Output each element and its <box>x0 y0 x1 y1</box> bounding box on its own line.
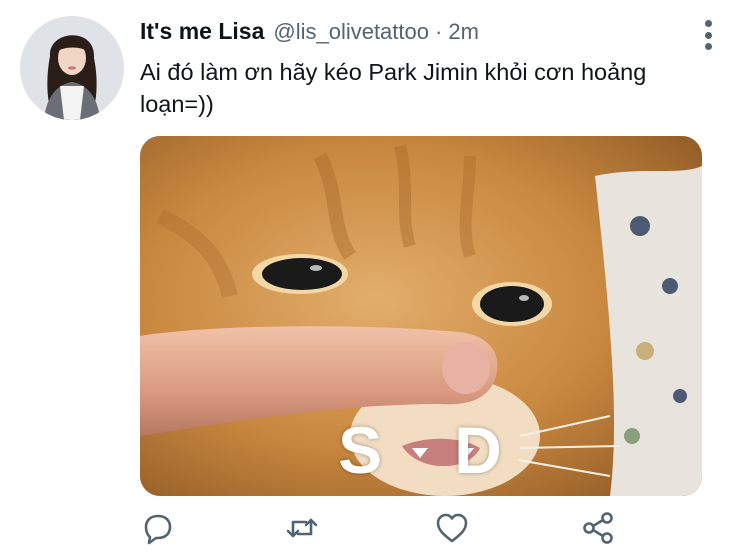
tweet[interactable]: It's me Lisa @lis_olivetattoo · 2m Ai đó… <box>0 0 750 558</box>
caption-letter-d: D <box>454 413 504 487</box>
caption-letter-s: S <box>338 413 385 487</box>
user-handle[interactable]: @lis_olivetattoo <box>273 19 429 45</box>
tweet-timestamp[interactable]: 2m <box>448 19 479 45</box>
retweet-icon[interactable] <box>284 510 320 546</box>
reply-icon[interactable] <box>140 510 176 546</box>
display-name[interactable]: It's me Lisa <box>140 18 264 45</box>
separator-dot: · <box>435 19 443 44</box>
media-caption: S D <box>140 412 702 492</box>
avatar[interactable] <box>20 16 124 120</box>
avatar-image <box>20 16 124 120</box>
share-icon[interactable] <box>580 510 616 546</box>
tweet-text: Ai đó làm ơn hãy kéo Park Jimin khỏi cơn… <box>140 59 647 117</box>
more-vertical-icon[interactable] <box>700 20 716 50</box>
like-icon[interactable] <box>434 510 470 546</box>
tweet-actions <box>140 510 640 546</box>
tweet-media[interactable]: S D <box>140 136 702 496</box>
tweet-header: It's me Lisa @lis_olivetattoo · 2m <box>140 18 479 52</box>
